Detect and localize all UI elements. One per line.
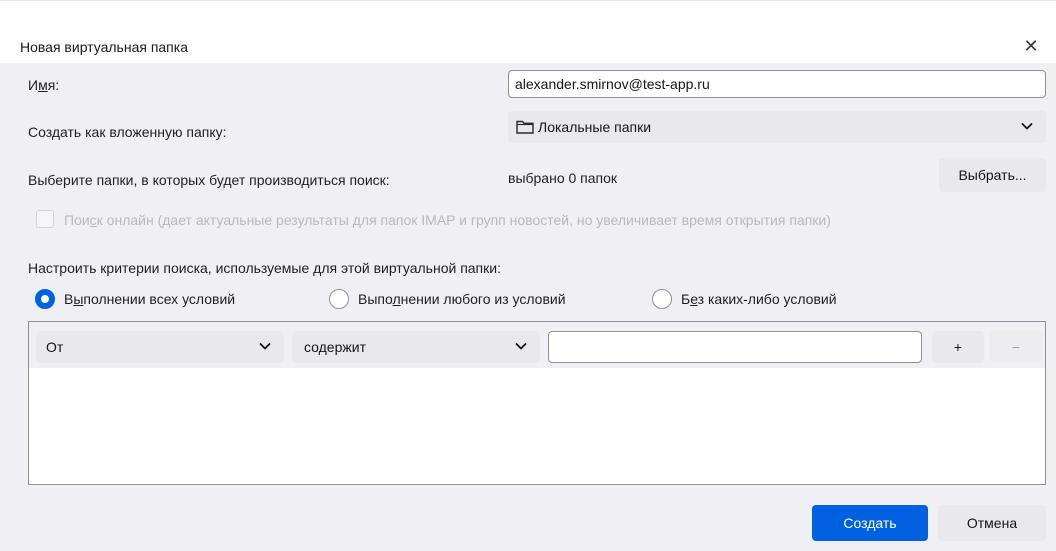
parent-folder-value: Локальные папки bbox=[538, 119, 652, 135]
cancel-button[interactable]: Отмена bbox=[938, 505, 1046, 541]
window-top-edge bbox=[0, 0, 1056, 11]
match-none-radio[interactable] bbox=[652, 289, 672, 309]
select-folders-label: Выберите папки, в которых будет производ… bbox=[28, 172, 390, 188]
criteria-field-select[interactable]: От bbox=[36, 331, 284, 363]
criteria-operator-value: содержит bbox=[304, 339, 366, 355]
match-any-label: Выполнении любого из условий bbox=[358, 291, 566, 307]
add-criteria-button[interactable]: + bbox=[932, 331, 984, 363]
title-bar: Новая виртуальная папка ✕ bbox=[0, 11, 1056, 63]
online-search-checkbox[interactable] bbox=[36, 210, 54, 228]
match-any-radio[interactable] bbox=[329, 289, 349, 309]
chevron-down-icon bbox=[515, 343, 527, 350]
choose-folders-button[interactable]: Выбрать... bbox=[939, 158, 1046, 192]
parent-folder-select[interactable]: Локальные папки bbox=[508, 111, 1046, 143]
chevron-down-icon bbox=[1021, 123, 1033, 130]
close-button[interactable]: ✕ bbox=[1016, 31, 1046, 61]
criteria-field-value: От bbox=[46, 339, 64, 355]
window-title: Новая виртуальная папка bbox=[20, 39, 188, 55]
chevron-down-icon bbox=[259, 343, 271, 350]
name-label: Имя: bbox=[28, 77, 60, 93]
create-button[interactable]: Создать bbox=[812, 505, 928, 541]
criteria-value-input[interactable] bbox=[548, 331, 922, 363]
folder-icon bbox=[516, 120, 534, 134]
criteria-operator-select[interactable]: содержит bbox=[292, 331, 540, 363]
match-all-radio[interactable] bbox=[35, 289, 55, 309]
online-search-label: Поиск онлайн (дает актуальные результаты… bbox=[64, 212, 831, 228]
close-icon: ✕ bbox=[1023, 35, 1039, 56]
criteria-heading: Настроить критерии поиска, используемые … bbox=[28, 260, 501, 276]
selected-folders-count: выбрано 0 папок bbox=[508, 170, 618, 186]
remove-criteria-button[interactable]: − bbox=[990, 331, 1042, 363]
folder-name-input[interactable] bbox=[508, 70, 1046, 98]
match-all-label: Выполнении всех условий bbox=[64, 291, 236, 307]
match-none-label: Без каких-либо условий bbox=[681, 291, 837, 307]
create-as-label: Создать как вложенную папку: bbox=[28, 124, 227, 140]
